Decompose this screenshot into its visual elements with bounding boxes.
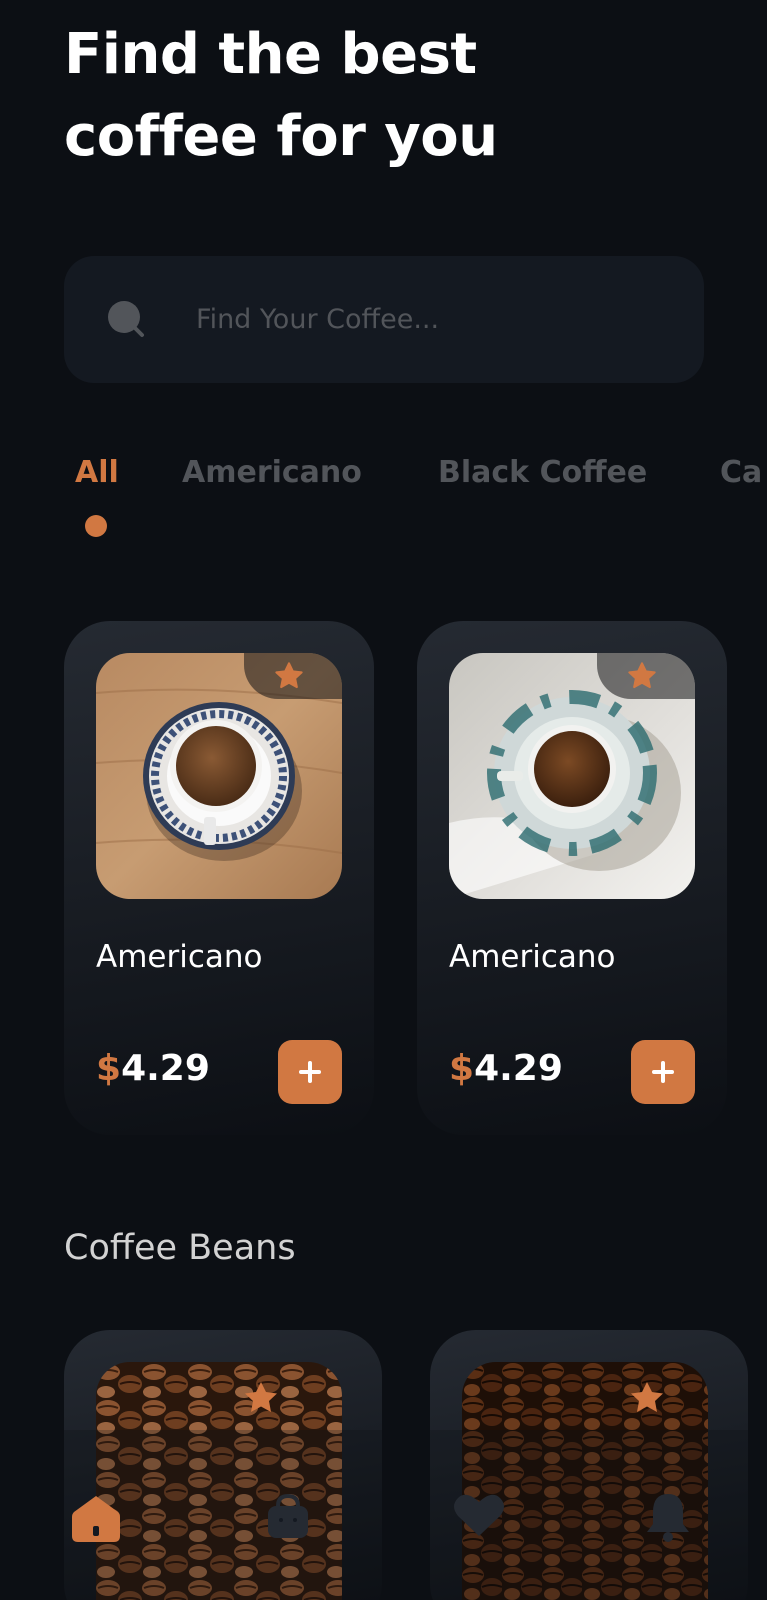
category-tabs: All Americano Black Coffee Ca <box>0 450 767 550</box>
rating-badge <box>597 653 695 699</box>
price-value: 4.29 <box>121 1048 210 1089</box>
price: $4.29 <box>449 1048 563 1089</box>
search-bar[interactable] <box>64 256 704 383</box>
page-title: Find the best coffee for you <box>64 14 624 178</box>
search-input[interactable] <box>196 294 656 344</box>
add-to-cart-button[interactable] <box>278 1040 342 1104</box>
add-to-cart-button[interactable] <box>631 1040 695 1104</box>
currency-symbol: $ <box>96 1048 122 1089</box>
price-value: 4.29 <box>474 1048 563 1089</box>
section-title-coffee-beans: Coffee Beans <box>64 1228 296 1268</box>
bell-icon[interactable] <box>645 1492 691 1542</box>
coffee-name: Americano <box>96 939 263 975</box>
star-icon <box>628 662 656 689</box>
active-tab-indicator <box>85 515 107 537</box>
page-title-line-1: Find the best <box>64 22 477 87</box>
coffee-image <box>449 653 695 899</box>
home-icon[interactable] <box>70 1492 122 1544</box>
coffee-name: Americano <box>449 939 616 975</box>
coffee-card[interactable]: Americano $4.29 <box>417 621 727 1135</box>
bottom-navigation <box>0 1430 767 1600</box>
tab-cappuccino[interactable]: Ca <box>720 455 762 490</box>
price: $4.29 <box>96 1048 210 1089</box>
coffee-card[interactable]: Americano $4.29 <box>64 621 374 1135</box>
currency-symbol: $ <box>449 1048 475 1089</box>
tab-americano[interactable]: Americano <box>182 455 362 490</box>
tab-all[interactable]: All <box>75 455 119 490</box>
heart-icon[interactable] <box>452 1492 506 1538</box>
coffee-image <box>96 653 342 899</box>
search-icon[interactable] <box>106 299 146 339</box>
bag-icon[interactable] <box>265 1492 311 1540</box>
star-icon <box>275 662 303 689</box>
page-title-line-2: coffee for you <box>64 104 498 169</box>
tab-black-coffee[interactable]: Black Coffee <box>438 455 647 490</box>
rating-badge <box>244 653 342 699</box>
